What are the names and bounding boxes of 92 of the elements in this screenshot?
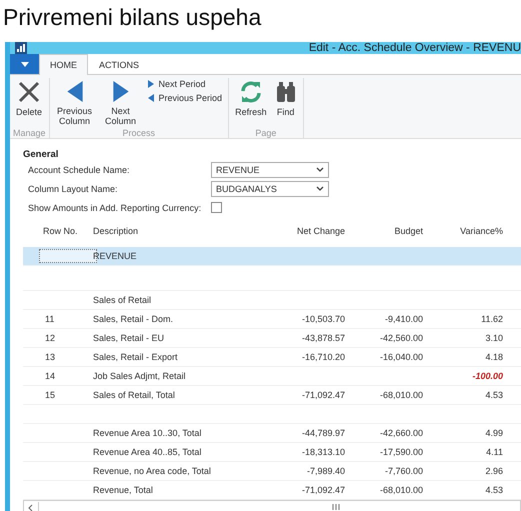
ribbon-button[interactable]: Previous Column	[52, 78, 97, 128]
table-cell: 4.53	[485, 390, 503, 400]
table-cell: -42,560.00	[380, 333, 423, 343]
column-header[interactable]: Variance%	[423, 226, 503, 236]
table-row[interactable]: Revenue Area 40..85, Total -18,313.10 -17,590.00 4.11	[23, 443, 521, 462]
table-cell: Revenue, Total	[93, 485, 153, 495]
table-row[interactable]: Sales of Retail	[23, 291, 521, 310]
table-cell: 3.10	[485, 333, 503, 343]
left-triangle-icon	[64, 80, 85, 103]
table-cell: -17,590.00	[380, 447, 423, 457]
table-cell: -71,092.47	[302, 485, 345, 495]
table-cell: -68,010.00	[380, 485, 423, 495]
field-label: Column Layout Name:	[28, 184, 119, 194]
column-header[interactable]: Description	[93, 226, 283, 236]
column-header[interactable]: Budget	[345, 226, 423, 236]
close-icon	[17, 80, 41, 104]
table-cell: 12	[45, 333, 56, 343]
table-row[interactable]: Revenue, Total -71,092.47 -68,010.00 4.53	[23, 481, 521, 500]
field-label: Account Schedule Name:	[28, 164, 131, 174]
application-menu-button[interactable]	[10, 54, 39, 74]
table-cell: 13	[45, 352, 56, 362]
table-cell: Revenue Area 10..30, Total	[93, 428, 202, 438]
table-cell: -16,040.00	[380, 352, 423, 362]
horizontal-scrollbar[interactable]	[23, 500, 521, 511]
table-cell: Sales of Retail	[93, 295, 152, 305]
right-triangle-icon	[148, 80, 154, 88]
table-cell: 4.53	[485, 485, 503, 495]
table-cell: 2.96	[485, 466, 503, 476]
table-cell: -18,313.10	[302, 447, 345, 457]
table-cell: Revenue Area 40..85, Total	[93, 447, 202, 457]
table-cell: REVENUE	[93, 251, 137, 261]
table-cell: -7,989.40	[306, 466, 345, 476]
table-cell: 4.18	[485, 352, 503, 362]
table-cell: -100.00	[472, 371, 503, 381]
table-cell: -68,010.00	[380, 390, 423, 400]
table-cell: -16,710.20	[302, 352, 345, 362]
ribbon-button[interactable]: Next Period	[144, 78, 226, 90]
ribbon-button[interactable]: Find	[272, 78, 300, 128]
left-triangle-icon	[148, 94, 154, 102]
table-cell: -9,410.00	[384, 314, 423, 324]
ribbon-button[interactable]: Delete	[13, 78, 46, 128]
table-cell: -7,760.00	[384, 466, 423, 476]
table-cell: -71,092.47	[302, 390, 345, 400]
group-label: Page	[254, 128, 278, 138]
group-label: Process	[122, 128, 156, 138]
table-row[interactable]: Revenue Area 10..30, Total -44,789.97 -42,660.00 4.99	[23, 424, 521, 443]
table-cell: 11.62	[481, 314, 503, 324]
group-label: Manage	[13, 128, 46, 138]
ribbon-tab[interactable]: HOME	[39, 54, 88, 75]
table-cell: 11	[45, 314, 54, 324]
table-cell: Sales of Retail, Total	[93, 390, 175, 400]
table-row[interactable]: 11 Sales, Retail - Dom. -10,503.70 -9,410.00 11.62	[23, 310, 521, 329]
page-title: Privremeni bilans uspeha	[2, 3, 262, 32]
table-row[interactable]: Revenue, no Area code, Total -7,989.40 -7,760.00 2.96	[23, 462, 521, 481]
binoculars-icon	[274, 80, 297, 104]
table-row[interactable]: 15 Sales of Retail, Total -71,092.47 -68,010.00 4.53	[23, 386, 521, 405]
table-cell: Sales, Retail - Export	[93, 352, 178, 362]
refresh-icon	[238, 80, 263, 104]
chevron-down-icon	[316, 186, 324, 191]
table-cell: -10,503.70	[302, 314, 345, 324]
table-row[interactable]: 12 Sales, Retail - EU -43,878.57 -42,560.00 3.10	[23, 329, 521, 348]
window-title: Edit - Acc. Schedule Overview - REVENU	[308, 42, 521, 54]
caret-icon	[20, 62, 28, 66]
field-label: Show Amounts in Add. Reporting Currency:	[28, 202, 202, 212]
table-cell: Job Sales Adjmt, Retail	[93, 371, 186, 381]
right-triangle-icon	[110, 80, 131, 103]
table-cell: Sales, Retail - Dom.	[93, 314, 174, 324]
dropdown-field[interactable]: BUDGANALYS	[211, 180, 329, 196]
table-row[interactable]: REVENUE	[23, 247, 521, 266]
column-header[interactable]: Net Change	[283, 226, 345, 236]
table-cell: -44,789.97	[302, 428, 345, 438]
table-row[interactable]: 14 Job Sales Adjmt, Retail -100.00	[23, 367, 521, 386]
ribbon-tab[interactable]: ACTIONS	[88, 54, 150, 74]
table-cell: -43,878.57	[302, 333, 345, 343]
column-header[interactable]: Row No.	[23, 226, 93, 236]
table-cell: 4.11	[486, 447, 503, 457]
grip-icon	[332, 504, 340, 510]
table-row[interactable]: 13 Sales, Retail - Export -16,710.20 -16,040.00 4.18	[23, 348, 521, 367]
table-cell: 4.99	[485, 428, 503, 438]
ribbon-button[interactable]: Previous Period	[144, 92, 226, 104]
chart-icon	[15, 42, 27, 54]
table-cell: Sales, Retail - EU	[93, 333, 164, 343]
dropdown-field[interactable]: REVENUE	[211, 162, 329, 178]
table-cell: Revenue, no Area code, Total	[93, 466, 211, 476]
chevron-down-icon	[316, 167, 324, 172]
ribbon-button[interactable]: Refresh	[232, 78, 270, 128]
table-cell: 14	[45, 371, 56, 381]
table-cell: 15	[45, 390, 56, 400]
table-cell: -42,660.00	[380, 428, 423, 438]
ribbon-button[interactable]: Next Column	[98, 78, 143, 128]
section-title: General	[23, 149, 60, 160]
checkbox[interactable]	[211, 202, 222, 213]
